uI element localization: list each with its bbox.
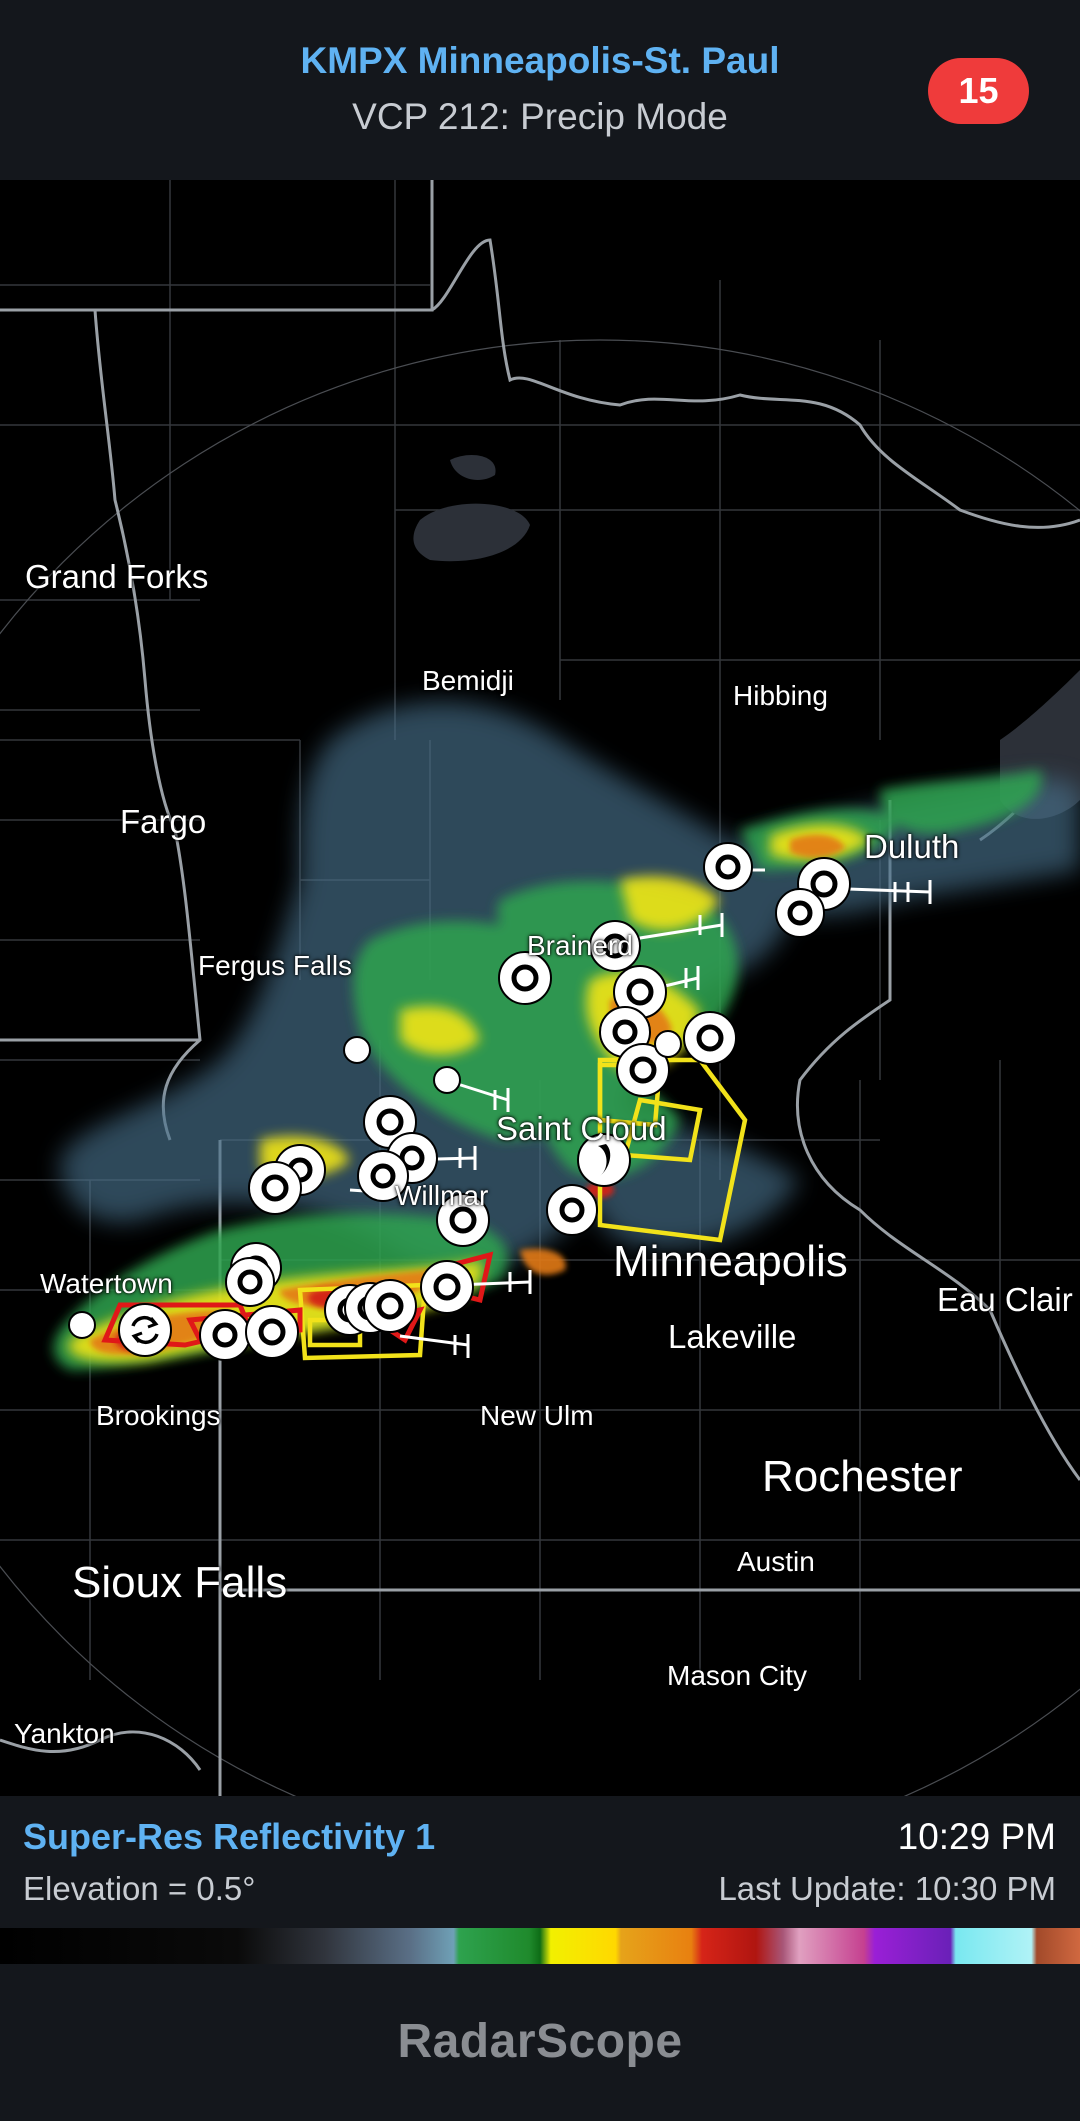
- elevation-label: Elevation = 0.5°: [23, 1870, 256, 1907]
- city-brainerd: Brainerd: [527, 930, 633, 961]
- last-update-label: Last Update: 10:30 PM: [718, 1870, 1056, 1907]
- city-minneapolis: Minneapolis: [613, 1237, 848, 1286]
- radar-map[interactable]: Grand Forks Bemidji Hibbing Fargo Duluth…: [0, 180, 1080, 1796]
- city-saint-cloud: Saint Cloud: [496, 1110, 667, 1147]
- city-willmar: Willmar: [395, 1180, 489, 1211]
- alert-count-badge[interactable]: 15: [928, 58, 1029, 124]
- city-yankton: Yankton: [14, 1718, 115, 1749]
- product-info-bar[interactable]: Super-Res Reflectivity 1 Elevation = 0.5…: [0, 1796, 1080, 1928]
- product-name[interactable]: Super-Res Reflectivity 1: [23, 1816, 435, 1858]
- city-new-ulm: New Ulm: [480, 1400, 594, 1431]
- city-fargo: Fargo: [120, 803, 207, 840]
- city-watertown: Watertown: [40, 1268, 173, 1299]
- city-bemidji: Bemidji: [422, 665, 514, 696]
- city-brookings: Brookings: [96, 1400, 221, 1431]
- radar-map-canvas: [0, 180, 1080, 1796]
- city-hibbing: Hibbing: [733, 680, 828, 711]
- radar-station-title[interactable]: KMPX Minneapolis-St. Paul: [0, 40, 1080, 82]
- city-mason-city: Mason City: [667, 1660, 808, 1691]
- city-fergus-falls: Fergus Falls: [198, 950, 353, 981]
- header-bar: KMPX Minneapolis-St. Paul VCP 212: Preci…: [0, 0, 1080, 180]
- city-rochester: Rochester: [762, 1452, 963, 1501]
- reflectivity-color-scale: [0, 1928, 1080, 1964]
- mesocyclone-icon: [118, 1303, 172, 1357]
- app-logo: RadarScope: [397, 2015, 683, 2068]
- city-duluth: Duluth: [864, 828, 960, 865]
- city-sioux-falls: Sioux Falls: [72, 1558, 288, 1607]
- vcp-mode-label: VCP 212: Precip Mode: [352, 96, 728, 137]
- radar-echoes: [53, 702, 1080, 1370]
- city-lakeville: Lakeville: [668, 1318, 797, 1355]
- city-austin: Austin: [737, 1546, 815, 1577]
- city-grand-forks: Grand Forks: [25, 558, 209, 595]
- city-eau-claire: Eau Clair: [937, 1281, 1073, 1318]
- scan-time: 10:29 PM: [897, 1816, 1056, 1857]
- footer-bar: RadarScope: [0, 1964, 1080, 2121]
